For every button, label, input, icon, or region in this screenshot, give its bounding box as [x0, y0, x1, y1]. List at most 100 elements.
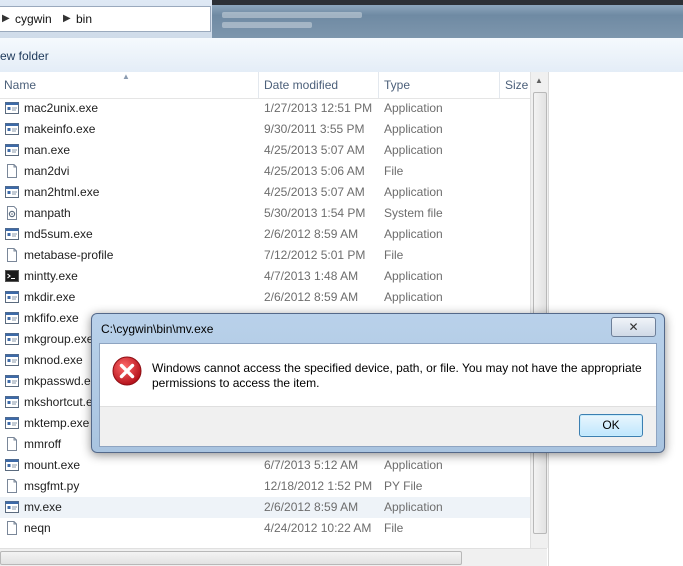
exe-icon [5, 500, 19, 514]
file-name: mmroff [24, 437, 62, 451]
file-type: PY File [384, 479, 423, 493]
file-date-modified: 5/30/2013 1:54 PM [264, 206, 366, 220]
scrollbar-thumb[interactable] [0, 551, 462, 565]
file-name: mkgroup.exe [24, 332, 94, 346]
column-size[interactable]: Size [505, 78, 528, 92]
file-date-modified: 4/25/2013 5:07 AM [264, 143, 365, 157]
exe-icon [5, 227, 19, 241]
exe-icon [5, 290, 19, 304]
column-name[interactable]: Name [4, 78, 36, 92]
file-date-modified: 2/6/2012 8:59 AM [264, 227, 359, 241]
exe-icon [5, 143, 19, 157]
file-row[interactable]: md5sum.exe 2/6/2012 8:59 AM Application [0, 224, 530, 245]
file-date-modified: 7/12/2012 5:01 PM [264, 248, 366, 262]
breadcrumb-cygwin[interactable]: cygwin [15, 12, 52, 26]
file-type: File [384, 521, 404, 535]
file-row[interactable]: man.exe 4/25/2013 5:07 AM Application [0, 140, 530, 161]
file-icon [5, 164, 19, 178]
file-type: Application [384, 458, 443, 472]
vertical-scrollbar[interactable]: ▲ [530, 72, 548, 548]
file-name: neqn [24, 521, 51, 535]
file-name: md5sum.exe [24, 227, 93, 241]
column-date-modified[interactable]: Date modified [264, 78, 338, 92]
file-type: Application [384, 500, 443, 514]
file-row[interactable]: mac2unix.exe 1/27/2013 12:51 PM Applicatio… [0, 98, 530, 119]
file-name: man2html.exe [24, 185, 100, 199]
file-name: mintty.exe [24, 269, 78, 283]
file-name: man2dvi [24, 164, 70, 178]
file-date-modified: 4/7/2013 1:48 AM [264, 269, 359, 283]
file-name: manpath [24, 206, 71, 220]
column-type[interactable]: Type [384, 78, 410, 92]
error-dialog: C:\cygwin\bin\mv.exe ✕ Windows cannot ac… [91, 313, 665, 453]
file-row[interactable]: mkdir.exe 2/6/2012 8:59 AM Application [0, 287, 530, 308]
file-type: Application [384, 185, 443, 199]
file-type: Application [384, 290, 443, 304]
system-file-icon [5, 206, 19, 220]
file-row[interactable]: mintty.exe 4/7/2013 1:48 AM Application [0, 266, 530, 287]
close-button[interactable]: ✕ [611, 317, 656, 337]
message-area: Windows cannot access the specified devi… [100, 344, 656, 407]
file-row[interactable]: mount.exe 6/7/2013 5:12 AM Application [0, 455, 530, 476]
file-date-modified: 6/7/2013 5:12 AM [264, 458, 359, 472]
background-window [212, 0, 683, 38]
file-row[interactable]: neqn 4/24/2012 10:22 AM File [0, 518, 530, 539]
file-row[interactable]: mv.exe 2/6/2012 8:59 AM Application [0, 497, 530, 518]
file-type: System file [384, 206, 443, 220]
exe-icon [5, 374, 19, 388]
file-name: mktemp.exe [24, 416, 90, 430]
exe-icon [5, 185, 19, 199]
file-row[interactable]: metabase-profile 7/12/2012 5:01 PM File [0, 245, 530, 266]
dialog-title: C:\cygwin\bin\mv.exe [101, 322, 214, 336]
file-row[interactable]: man2dvi 4/25/2013 5:06 AM File [0, 161, 530, 182]
new-folder-button[interactable]: ew folder [0, 49, 49, 63]
exe-icon [5, 458, 19, 472]
file-date-modified: 4/24/2012 10:22 AM [264, 521, 372, 535]
exe-icon [5, 395, 19, 409]
file-type: File [384, 164, 404, 178]
exe-icon [5, 416, 19, 430]
toolbar: ew folder [0, 38, 683, 73]
file-type: Application [384, 122, 443, 136]
file-icon [5, 479, 19, 493]
file-icon [5, 248, 19, 262]
file-row[interactable]: man2html.exe 4/25/2013 5:07 AM Application [0, 182, 530, 203]
chevron-right-icon[interactable]: ▶ [2, 13, 10, 24]
exe-icon [5, 332, 19, 346]
file-date-modified: 2/6/2012 8:59 AM [264, 500, 359, 514]
scroll-up-icon[interactable]: ▲ [535, 76, 543, 85]
exe-icon [5, 353, 19, 367]
file-row[interactable]: msgfmt.py 12/18/2012 1:52 PM PY File [0, 476, 530, 497]
file-icon [5, 521, 19, 535]
file-name: mkdir.exe [24, 290, 76, 304]
ok-button[interactable]: OK [579, 414, 643, 437]
error-message: Windows cannot access the specified devi… [152, 361, 642, 390]
dialog-body: Windows cannot access the specified devi… [99, 343, 657, 447]
file-name: metabase-profile [24, 248, 114, 262]
file-date-modified: 1/27/2013 12:51 PM [264, 101, 373, 115]
file-name: msgfmt.py [24, 479, 80, 493]
file-name: man.exe [24, 143, 71, 157]
file-row[interactable]: manpath 5/30/2013 1:54 PM System file [0, 203, 530, 224]
file-type: Application [384, 101, 443, 115]
terminal-icon [5, 269, 19, 283]
file-name: mkfifo.exe [24, 311, 79, 325]
file-name: mknod.exe [24, 353, 83, 367]
column-header: ▲ Name Date modified Type Size [0, 72, 530, 99]
exe-icon [5, 311, 19, 325]
chevron-right-icon[interactable]: ▶ [63, 13, 71, 24]
file-date-modified: 9/30/2011 3:55 PM [264, 122, 365, 136]
file-type: Application [384, 143, 443, 157]
breadcrumb[interactable]: ▶ cygwin ▶ bin [0, 6, 211, 32]
file-icon [5, 437, 19, 451]
horizontal-scrollbar[interactable] [0, 548, 547, 566]
file-type: Application [384, 269, 443, 283]
sort-ascending-icon: ▲ [122, 72, 130, 81]
file-type: Application [384, 227, 443, 241]
file-name: mac2unix.exe [24, 101, 99, 115]
file-name: makeinfo.exe [24, 122, 96, 136]
file-date-modified: 4/25/2013 5:06 AM [264, 164, 365, 178]
file-type: File [384, 248, 404, 262]
breadcrumb-bin[interactable]: bin [76, 12, 92, 26]
file-row[interactable]: makeinfo.exe 9/30/2011 3:55 PM Application [0, 119, 530, 140]
